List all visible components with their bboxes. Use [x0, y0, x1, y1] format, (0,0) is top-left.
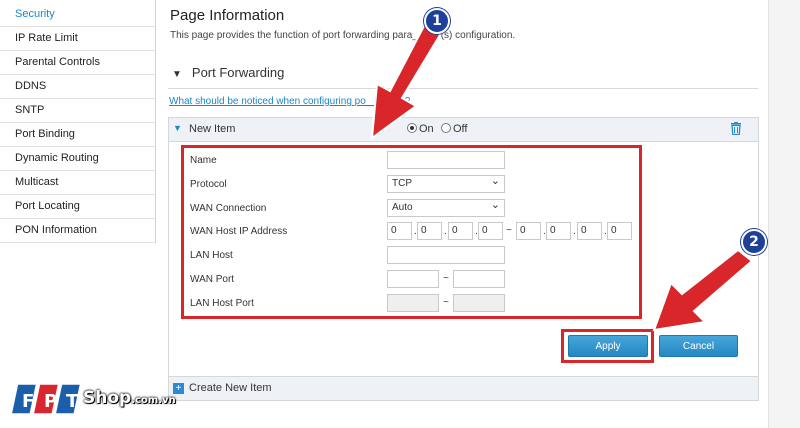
logo-domain: .com.vn: [131, 395, 176, 406]
logo-letter-t: T: [66, 391, 79, 412]
arrow-1: [370, 22, 442, 141]
annotation-arrows: [370, 22, 754, 332]
fpt-logo: F P T: [12, 383, 82, 415]
annotation-badge-2: 2: [741, 229, 767, 255]
logo-letter-p: P: [44, 391, 57, 412]
logo-shop-word: Shop: [83, 388, 132, 408]
arrow-2: [652, 248, 754, 332]
logo-shop-text: Shop.com.vn: [83, 388, 176, 408]
annotation-badge-1: 1: [424, 8, 450, 34]
logo-letter-f: F: [22, 391, 34, 412]
